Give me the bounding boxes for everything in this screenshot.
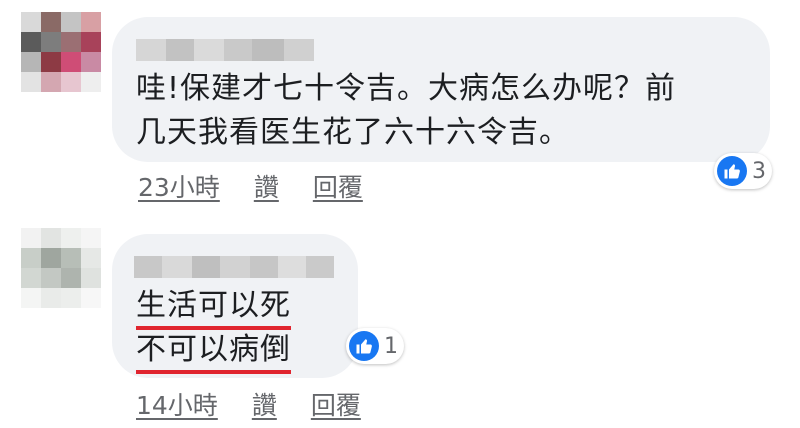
reply-button[interactable]: 回覆 bbox=[311, 386, 361, 422]
avatar-pixel bbox=[21, 248, 41, 268]
comment-text-line: 不可以病倒 bbox=[136, 328, 291, 374]
comment-text-line: 几天我看医生花了六十六令吉。 bbox=[136, 115, 570, 150]
avatar-pixel bbox=[81, 288, 101, 308]
avatar-pixel bbox=[41, 288, 61, 308]
avatar[interactable] bbox=[21, 228, 101, 308]
avatar-pixel bbox=[41, 52, 61, 72]
avatar-pixel bbox=[61, 72, 81, 92]
timestamp-link[interactable]: 23小時 bbox=[138, 168, 220, 204]
like-button[interactable]: 讚 bbox=[252, 386, 277, 422]
avatar-pixel bbox=[61, 52, 81, 72]
avatar-pixel bbox=[41, 32, 61, 52]
avatar-pixel bbox=[61, 228, 81, 248]
thumbs-up-icon bbox=[717, 156, 747, 186]
like-button[interactable]: 讚 bbox=[254, 168, 279, 204]
avatar-pixel bbox=[61, 12, 81, 32]
avatar-pixel bbox=[81, 228, 101, 248]
avatar-pixel bbox=[81, 52, 101, 72]
avatar-pixel bbox=[21, 288, 41, 308]
avatar-pixel bbox=[81, 248, 101, 268]
comment-text-line: 生活可以死 bbox=[136, 284, 291, 330]
author-name-blurred[interactable] bbox=[136, 39, 314, 61]
comment-bubble: 生活可以死 不可以病倒 bbox=[112, 234, 358, 378]
comment-text-line: 哇!保建才七十令吉。大病怎么办呢？前 bbox=[136, 71, 677, 106]
avatar-pixel bbox=[41, 228, 61, 248]
avatar-pixel bbox=[81, 72, 101, 92]
avatar-pixel bbox=[21, 268, 41, 288]
avatar-pixel bbox=[21, 228, 41, 248]
avatar-pixel bbox=[21, 72, 41, 92]
avatar-pixel bbox=[81, 12, 101, 32]
avatar-pixel bbox=[41, 12, 61, 32]
avatar-pixel bbox=[21, 52, 41, 72]
avatar-pixel bbox=[61, 288, 81, 308]
comment-text: 生活可以死 不可以病倒 bbox=[136, 284, 291, 374]
author-name-blurred[interactable] bbox=[134, 256, 334, 278]
comment-actions: 23小時 讚 回覆 bbox=[138, 168, 363, 204]
avatar-pixel bbox=[61, 32, 81, 52]
avatar-pixel bbox=[61, 248, 81, 268]
avatar-pixel bbox=[61, 268, 81, 288]
reaction-badge[interactable]: 1 bbox=[346, 328, 404, 364]
avatar-pixel bbox=[41, 268, 61, 288]
comment-actions: 14小時 讚 回覆 bbox=[136, 386, 361, 422]
reaction-badge[interactable]: 3 bbox=[714, 153, 772, 189]
comment-text: 哇!保建才七十令吉。大病怎么办呢？前 几天我看医生花了六十六令吉。 bbox=[136, 67, 756, 155]
reaction-count: 3 bbox=[752, 158, 766, 184]
reaction-count: 1 bbox=[384, 333, 398, 359]
avatar-pixel bbox=[41, 248, 61, 268]
avatar[interactable] bbox=[21, 12, 101, 92]
avatar-pixel bbox=[41, 72, 61, 92]
thumbs-up-icon bbox=[349, 331, 379, 361]
reply-button[interactable]: 回覆 bbox=[313, 168, 363, 204]
comment-bubble: 哇!保建才七十令吉。大病怎么办呢？前 几天我看医生花了六十六令吉。 bbox=[112, 17, 770, 162]
avatar-pixel bbox=[81, 32, 101, 52]
avatar-pixel bbox=[21, 32, 41, 52]
avatar-pixel bbox=[21, 12, 41, 32]
avatar-pixel bbox=[81, 268, 101, 288]
timestamp-link[interactable]: 14小時 bbox=[136, 386, 218, 422]
